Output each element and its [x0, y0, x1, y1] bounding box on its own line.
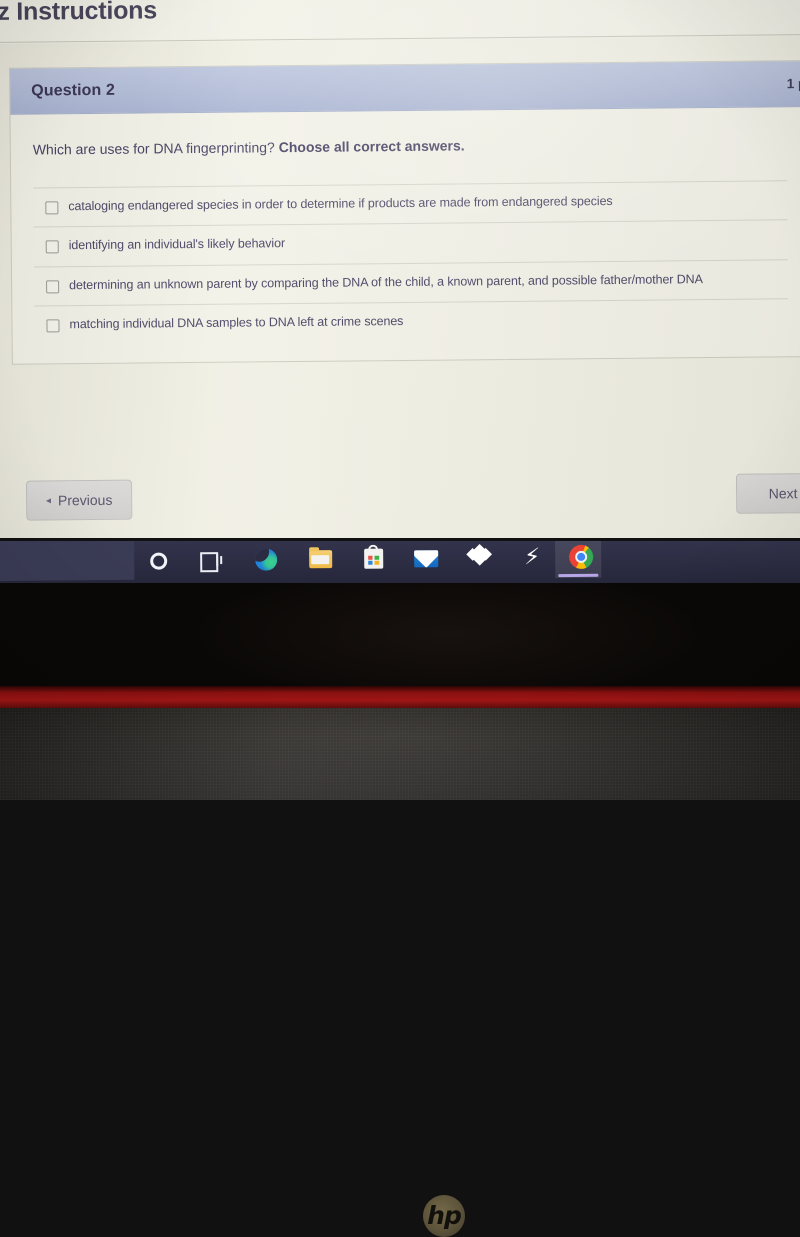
task-view-icon[interactable] [196, 545, 226, 575]
browser-viewport: uiz Instructions Question 2 1 pts Which … [0, 0, 800, 538]
question-prompt-instruction: Choose all correct answers. [278, 137, 465, 156]
answer-label: determining an unknown parent by compari… [69, 271, 703, 293]
edge-icon[interactable] [251, 545, 281, 575]
hp-logo: hp [423, 1195, 465, 1237]
active-app-indicator [558, 573, 599, 578]
question-prompt-main: Which are uses for DNA fingerprinting? [32, 139, 279, 158]
edge-glyph [255, 548, 278, 571]
chrome-taskbar-button[interactable] [554, 541, 602, 579]
dropbox-icon[interactable] [464, 543, 494, 573]
question-card: Question 2 1 pts Which are uses for DNA … [9, 60, 800, 365]
question-points-label: 1 pts [786, 76, 800, 92]
lightning-bolt-glyph: ⚡ [523, 543, 541, 570]
chrome-glyph [569, 544, 594, 570]
page-title: uiz Instructions [0, 0, 158, 27]
question-number-label: Question 2 [31, 81, 115, 100]
previous-button-label: Previous [57, 491, 113, 509]
microsoft-store-icon[interactable] [358, 544, 388, 574]
lightning-app-icon[interactable]: ⚡ [517, 542, 547, 572]
answer-checkbox[interactable] [45, 200, 59, 215]
answer-label: matching individual DNA samples to DNA l… [69, 314, 404, 332]
task-view-glyph [200, 552, 223, 573]
next-button[interactable]: Next ▸ [735, 472, 800, 514]
answer-checkbox[interactable] [46, 280, 60, 294]
answer-label: identifying an individual's likely behav… [68, 236, 286, 253]
previous-button[interactable]: ◂ Previous [25, 479, 133, 521]
store-bag-glyph [363, 548, 383, 569]
taskbar-content: ⚡ [0, 541, 800, 583]
next-button-label: Next [768, 485, 798, 502]
laptop-bottom-bezel: hp [0, 583, 800, 1237]
cortana-icon[interactable] [143, 545, 173, 575]
windows-taskbar: ⚡ [0, 541, 800, 583]
folder-glyph [308, 550, 332, 569]
question-header: Question 2 1 pts [10, 61, 800, 115]
question-prompt: Which are uses for DNA fingerprinting? C… [33, 133, 787, 160]
answer-checkbox[interactable] [46, 319, 60, 333]
question-body: Which are uses for DNA fingerprinting? C… [10, 107, 800, 364]
answer-options-list: cataloging endangered species in order t… [33, 179, 789, 360]
answer-option[interactable]: matching individual DNA samples to DNA l… [34, 298, 789, 346]
dropbox-glyph [466, 543, 493, 568]
file-explorer-icon[interactable] [305, 544, 335, 574]
chrome-icon[interactable] [566, 542, 596, 572]
laptop-keyboard-deck [0, 708, 800, 800]
taskbar-search-box[interactable] [0, 541, 135, 582]
quiz-navigation: ◂ Previous Next ▸ [13, 472, 800, 525]
hp-logo-text: hp [427, 1200, 462, 1230]
answer-checkbox[interactable] [45, 240, 59, 254]
chevron-left-icon: ◂ [45, 494, 52, 506]
mail-icon[interactable] [411, 543, 441, 573]
laptop-screen: uiz Instructions Question 2 1 pts Which … [0, 0, 800, 538]
cortana-glyph [149, 552, 167, 570]
answer-label: cataloging endangered species in order t… [68, 193, 613, 213]
deck-shading [0, 708, 800, 800]
envelope-glyph [414, 549, 439, 567]
